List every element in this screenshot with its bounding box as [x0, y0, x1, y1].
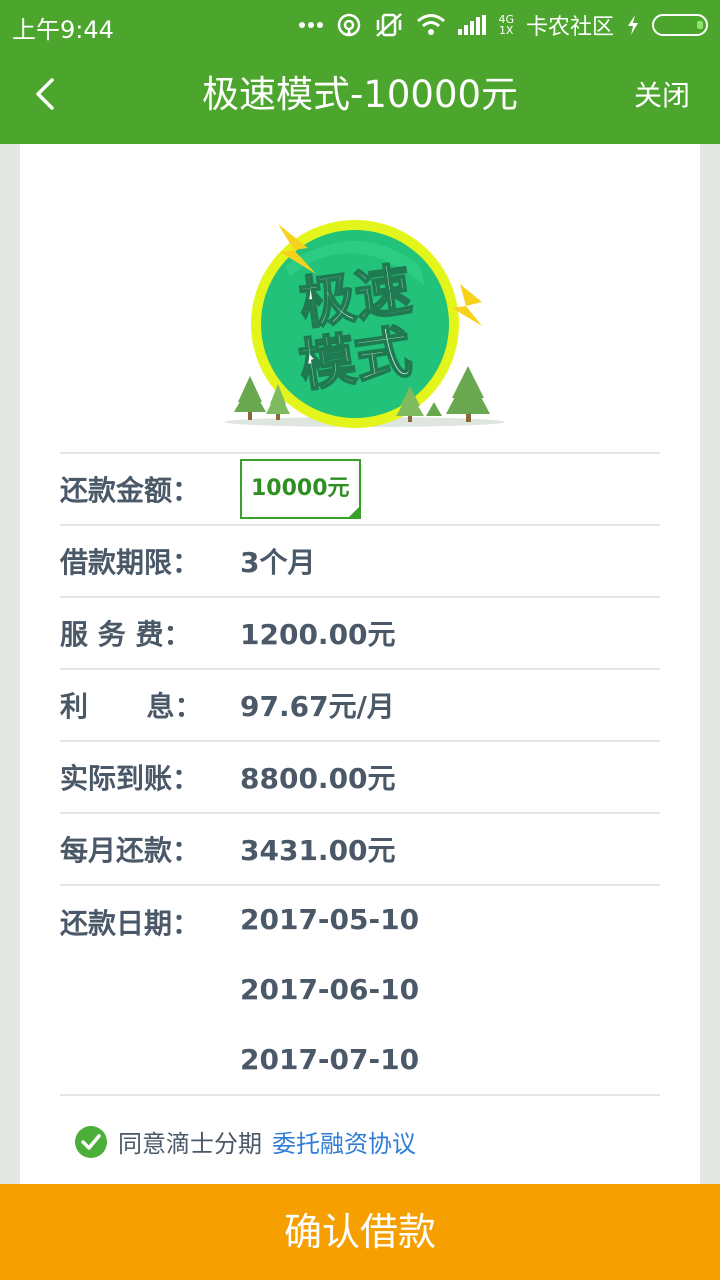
hotspot-icon [336, 12, 362, 38]
value-service-fee: 1200.00元 [240, 618, 396, 651]
back-button[interactable] [26, 72, 70, 116]
agreement-link[interactable]: 委托融资协议 [272, 1124, 416, 1159]
loan-detail-card: 极速 模式 还款金额： 10000元 借款期限： 3个月 服 务 费： 1200… [20, 144, 700, 1184]
row-interest: 利 息： 97.67元/月 [60, 668, 660, 740]
vibrate-off-icon [374, 12, 404, 38]
signal-icon [458, 15, 487, 35]
label-repay-amount: 还款金额： [60, 474, 201, 507]
row-repay-amount: 还款金额： 10000元 [60, 452, 660, 524]
row-service-fee: 服 务 费： 1200.00元 [60, 596, 660, 668]
repay-date: 2017-06-10 [240, 973, 420, 1006]
more-dots-icon [298, 21, 324, 29]
repay-dates-list: 2017-05-10 2017-06-10 2017-07-10 [240, 902, 419, 1112]
chevron-left-icon [36, 78, 54, 110]
agreement-row: 同意滴士分期 委托融资协议 [74, 1124, 416, 1159]
value-actual-received: 8800.00元 [240, 762, 396, 795]
wifi-icon [416, 13, 446, 37]
repay-date: 2017-07-10 [240, 1043, 420, 1076]
label-repay-dates: 还款日期： [60, 907, 201, 940]
label-loan-term: 借款期限： [60, 546, 201, 579]
close-button[interactable]: 关闭 [634, 74, 690, 114]
label-interest: 利 息： [60, 690, 203, 723]
value-monthly-repay: 3431.00元 [240, 834, 396, 867]
label-monthly-repay: 每月还款： [60, 834, 201, 867]
loan-details: 还款金额： 10000元 借款期限： 3个月 服 务 费： 1200.00元 利… [60, 452, 660, 1096]
nav-bar: 极速模式-10000元 关闭 [0, 50, 720, 144]
charging-icon [626, 14, 640, 36]
carrier-name: 卡农社区 [525, 15, 614, 40]
label-actual-received: 实际到账： [60, 762, 201, 795]
value-interest: 97.67元/月 [240, 690, 395, 723]
status-icons: 4G 1X 卡农社区 [298, 8, 708, 42]
row-actual-received: 实际到账： 8800.00元 [60, 740, 660, 812]
row-repay-dates: 还款日期： 2017-05-10 2017-06-10 2017-07-10 [60, 884, 660, 1096]
battery-icon [652, 14, 708, 36]
label-service-fee: 服 务 费： [60, 618, 192, 651]
repay-amount-selector[interactable]: 10000元 [240, 459, 361, 519]
confirm-loan-button[interactable]: 确认借款 [0, 1184, 720, 1280]
network-type: 4G 1X [498, 13, 514, 37]
status-bar: 上午9:44 4G 1X 卡农社区 [0, 0, 720, 50]
repay-date: 2017-05-10 [240, 903, 420, 936]
speed-mode-logo: 极速 模式 [220, 206, 510, 436]
page-title: 极速模式-10000元 [201, 73, 519, 116]
status-time: 上午9:44 [12, 16, 114, 44]
row-loan-term: 借款期限： 3个月 [60, 524, 660, 596]
check-circle-icon[interactable] [74, 1125, 108, 1159]
agreement-text: 同意滴士分期 [118, 1130, 262, 1158]
value-loan-term: 3个月 [240, 546, 316, 579]
row-monthly-repay: 每月还款： 3431.00元 [60, 812, 660, 884]
